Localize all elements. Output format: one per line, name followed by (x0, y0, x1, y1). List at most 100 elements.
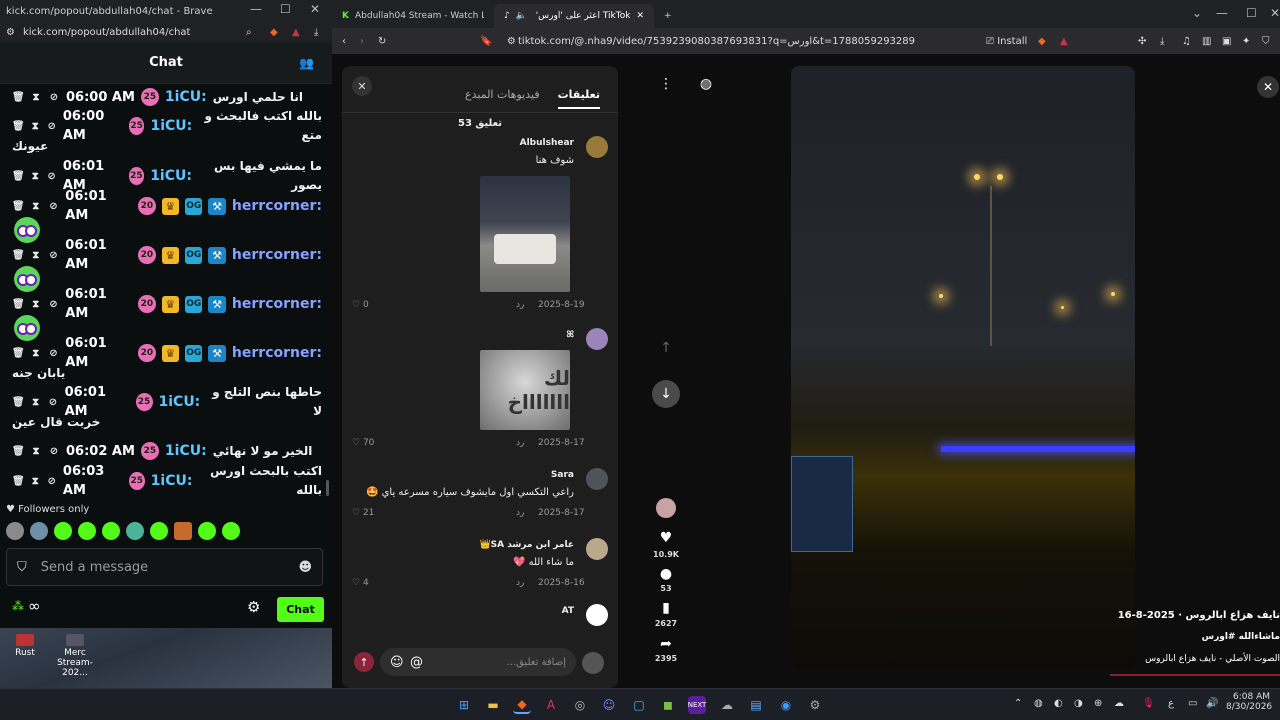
check-icon[interactable]: ⊘ (48, 344, 60, 363)
message-username[interactable]: herrcorner: (232, 344, 322, 363)
close-icon[interactable]: ✕ (1270, 6, 1280, 20)
previous-video-icon[interactable]: ↑ (652, 340, 680, 356)
maximize-icon[interactable]: ☐ (280, 2, 291, 16)
like-count[interactable]: 0 ♡ (352, 300, 369, 310)
avatar[interactable] (586, 136, 608, 158)
brave-rewards-icon[interactable]: ▲ (292, 27, 300, 38)
trash-icon[interactable]: 🗑 (12, 167, 25, 186)
close-icon[interactable]: ✕ (310, 2, 320, 16)
trash-icon[interactable]: 🗑 (12, 442, 25, 461)
vpn-icon[interactable]: ⛉ (1262, 36, 1270, 47)
like-count[interactable]: 21 ♡ (352, 508, 374, 518)
close-video-icon[interactable]: ✕ (1257, 76, 1279, 98)
site-settings-icon[interactable]: ⚙ (507, 36, 516, 47)
send-message-input[interactable]: ⛉ Send a message ☻ (6, 548, 323, 586)
tray-icon[interactable]: ◍ (1034, 698, 1043, 709)
check-icon[interactable]: ⊘ (47, 393, 58, 412)
kick-points-icon[interactable]: ⁂ (12, 599, 24, 613)
users-icon[interactable]: 👥 (299, 56, 314, 70)
settings-gear-icon[interactable]: ⚙ (247, 598, 260, 616)
trash-icon[interactable]: 🗑 (12, 472, 25, 491)
hourglass-icon[interactable]: ⧗ (30, 442, 42, 461)
site-settings-icon[interactable]: ⚙ (6, 27, 15, 38)
reply-button[interactable]: رد (516, 300, 524, 310)
check-icon[interactable]: ⊘ (46, 117, 56, 136)
trash-icon[interactable]: 🗑 (12, 295, 25, 314)
address-bar[interactable]: tiktok.com/@.nha9/video/7539239080387693… (518, 36, 915, 47)
download-icon[interactable]: ⤓ (1160, 36, 1164, 47)
brave-icon[interactable]: ◆ (513, 696, 531, 714)
zoom-icon[interactable]: ⌕ (246, 27, 252, 38)
sidebar-icon[interactable]: ▥ (1202, 36, 1211, 47)
tab-comments[interactable]: تعليقات (557, 88, 600, 109)
check-icon[interactable]: ⊘ (46, 167, 56, 186)
settings-gear-icon[interactable]: ⚙ (806, 696, 824, 714)
extensions-icon[interactable]: ✣ (1138, 36, 1146, 47)
app-icon[interactable]: ◉ (777, 696, 795, 714)
emote-icon[interactable] (54, 522, 72, 540)
tray-icon[interactable]: ⊕ (1094, 698, 1102, 709)
like-icon[interactable]: ♥ (652, 530, 680, 546)
discord-icon[interactable]: ☺ (600, 696, 618, 714)
hourglass-icon[interactable]: ⧗ (30, 117, 40, 136)
kick-url[interactable]: kick.com/popout/abdullah04/chat (23, 27, 191, 38)
more-options-icon[interactable]: ⋮ (652, 76, 680, 92)
trash-icon[interactable]: 🗑 (12, 197, 25, 216)
chat-send-button[interactable]: Chat (277, 597, 324, 622)
emote-icon[interactable] (150, 522, 168, 540)
emote-icon[interactable] (222, 522, 240, 540)
network-icon[interactable]: ▭ (1188, 698, 1197, 709)
chevron-up-icon[interactable]: ⌃ (1014, 698, 1022, 709)
check-icon[interactable]: ⊘ (48, 442, 60, 461)
minimize-icon[interactable]: — (1216, 6, 1228, 20)
like-count[interactable]: 4 ♡ (352, 578, 369, 588)
comment-author[interactable]: ꕤ (567, 330, 575, 340)
message-username[interactable]: 1iCU: (150, 117, 192, 136)
emote-icon[interactable] (78, 522, 96, 540)
emote-icon[interactable] (198, 522, 216, 540)
trash-icon[interactable]: 🗑 (12, 344, 25, 363)
trash-icon[interactable]: 🗑 (12, 88, 25, 107)
send-comment-icon[interactable]: ↑ (354, 652, 374, 672)
reply-button[interactable]: رد (516, 438, 524, 448)
language-indicator[interactable]: ع (1168, 698, 1174, 709)
back-icon[interactable]: ‹ (342, 36, 346, 47)
leo-icon[interactable]: ✦ (1242, 36, 1250, 47)
reply-button[interactable]: رد (516, 508, 524, 518)
bookmark-icon[interactable]: ▮ (652, 600, 680, 616)
trash-icon[interactable]: 🗑 (12, 246, 25, 265)
emote-icon[interactable] (102, 522, 120, 540)
brave-rewards-icon[interactable]: ▲ (1060, 36, 1068, 47)
minimize-icon[interactable]: — (250, 2, 262, 16)
mention-icon[interactable]: @ (410, 655, 423, 670)
brave-shield-icon[interactable]: ◆ (270, 27, 278, 38)
avatar[interactable] (582, 652, 604, 674)
message-username[interactable]: 1iCU: (165, 88, 207, 107)
caption-sound[interactable]: الصوت الأصلي - نايف هزاع ابالروس (1145, 654, 1280, 664)
comment-icon[interactable]: ● (652, 566, 680, 582)
app-icon[interactable]: ▤ (747, 696, 765, 714)
check-icon[interactable]: ⊘ (48, 295, 60, 314)
hourglass-icon[interactable]: ⧗ (30, 197, 42, 216)
trash-icon[interactable]: 🗑 (12, 393, 25, 412)
tab-creator-videos[interactable]: فيديوهات المبدع (465, 88, 540, 109)
emoji-icon[interactable]: ☻ (298, 560, 312, 575)
check-icon[interactable]: ⊘ (48, 88, 60, 107)
app-icon[interactable]: ▢ (630, 696, 648, 714)
emote-icon[interactable] (6, 522, 24, 540)
emote-icon[interactable] (174, 522, 192, 540)
download-icon[interactable]: ⤓ (314, 27, 318, 38)
emoji-icon[interactable]: ☺ (390, 655, 404, 670)
message-username[interactable]: 1iCU: (151, 472, 193, 491)
avatar[interactable] (586, 538, 608, 560)
new-tab-button[interactable]: + (654, 4, 682, 28)
tab-tiktok[interactable]: ♪ 🔈 TikTok اعثر على 'اورس' على ✕ (494, 4, 654, 28)
hourglass-icon[interactable]: ⧗ (30, 344, 42, 363)
desktop-icon-merc[interactable]: Merc Stream-202... (45, 634, 105, 678)
maximize-icon[interactable]: ☐ (1246, 6, 1257, 20)
check-icon[interactable]: ⊘ (46, 472, 56, 491)
chat-scrollbar[interactable] (326, 480, 329, 496)
check-icon[interactable]: ⊘ (48, 197, 60, 216)
share-icon[interactable]: ➦ (652, 636, 680, 652)
check-icon[interactable]: ⊘ (48, 246, 60, 265)
